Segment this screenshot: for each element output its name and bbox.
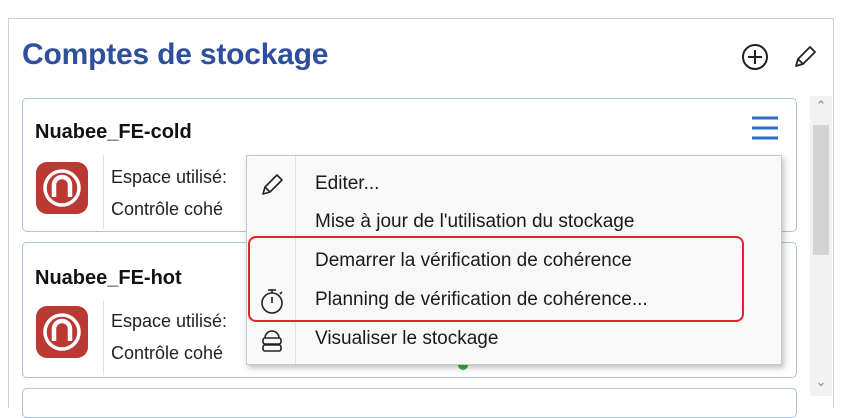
- pencil-icon: [257, 170, 287, 200]
- account-name: Nuabee_FE-cold: [35, 121, 192, 143]
- chevron-up-icon[interactable]: ⌃: [813, 98, 829, 114]
- nuabee-logo: [35, 305, 89, 359]
- consistency-check-label: Contrôle cohé: [111, 199, 224, 219]
- plus-circle-icon[interactable]: [740, 42, 770, 72]
- nuabee-logo: [35, 161, 89, 215]
- divider: [103, 301, 104, 375]
- menu-item-edit[interactable]: Editer...: [247, 165, 781, 203]
- menu-item-check-schedule[interactable]: Planning de vérification de cohérence...: [247, 281, 781, 319]
- menu-item-update-usage[interactable]: Mise à jour de l'utilisation du stockage: [247, 203, 781, 241]
- storage-account-card[interactable]: [22, 388, 797, 418]
- menu-item-view-storage[interactable]: Visualiser le stockage: [247, 320, 781, 358]
- menu-item-start-check[interactable]: Demarrer la vérification de cohérence: [247, 242, 781, 280]
- stopwatch-icon: [257, 286, 287, 316]
- hamburger-menu-icon[interactable]: [750, 113, 780, 143]
- page-title: Comptes de stockage: [22, 38, 329, 71]
- menu-item-label: Mise à jour de l'utilisation du stockage: [315, 211, 635, 232]
- menu-item-label: Visualiser le stockage: [315, 328, 499, 349]
- menu-item-label: Planning de vérification de cohérence...: [315, 289, 648, 310]
- space-used-label: Espace utilisé:: [111, 311, 228, 331]
- divider: [103, 155, 104, 229]
- menu-item-label: Demarrer la vérification de cohérence: [315, 250, 632, 271]
- storage-icon: [257, 325, 287, 355]
- pencil-icon[interactable]: [790, 42, 820, 72]
- space-used-label: Espace utilisé:: [111, 167, 228, 187]
- menu-item-label: Editer...: [315, 173, 380, 194]
- chevron-down-icon[interactable]: ⌄: [813, 374, 829, 390]
- account-name: Nuabee_FE-hot: [35, 267, 182, 289]
- consistency-check-label: Contrôle cohé: [111, 343, 224, 363]
- scrollbar-thumb[interactable]: [813, 125, 829, 255]
- context-menu: Editer... Mise à jour de l'utilisation d…: [246, 155, 782, 365]
